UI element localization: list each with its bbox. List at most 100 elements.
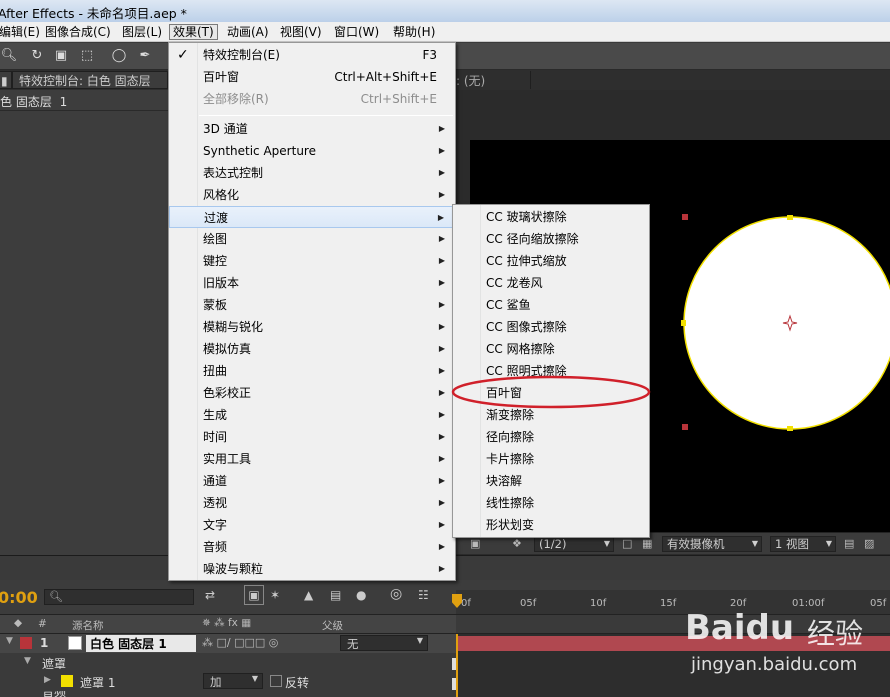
comp-mini-flowchart-icon[interactable]: ⇄	[205, 588, 215, 602]
submenu-item[interactable]: 块溶解	[453, 470, 649, 492]
menu-item-time[interactable]: 时间 ▶	[169, 426, 455, 448]
hide-shy-layers-icon[interactable]: ▲	[304, 588, 313, 602]
rotate-tool-icon[interactable]: ↻	[28, 47, 46, 65]
motion-blur-icon[interactable]: ●	[356, 588, 366, 602]
submenu-item[interactable]: 卡片擦除	[453, 448, 649, 470]
camera-tool-icon[interactable]: ▣	[52, 47, 70, 65]
mask-name[interactable]: 遮罩 1	[80, 674, 115, 691]
snapshot-icon[interactable]: ▣	[470, 537, 480, 550]
view-layout-select[interactable]: 1 视图 ▼	[770, 536, 836, 552]
menu-item-color-correction[interactable]: 色彩校正 ▶	[169, 382, 455, 404]
pan-behind-tool-icon[interactable]: ⬚	[78, 47, 96, 65]
region-of-interest-icon[interactable]: □	[622, 537, 632, 550]
menu-view[interactable]: 视图(V)	[277, 24, 325, 40]
menu-item-perspective[interactable]: 透视 ▶	[169, 492, 455, 514]
mask-vertex-left[interactable]	[681, 320, 686, 326]
comp-tab-label[interactable]: : (无)	[456, 72, 485, 89]
zoom-tool-icon[interactable]: 🔍︎	[0, 47, 18, 65]
menu-item-keying[interactable]: 键控 ▶	[169, 250, 455, 272]
mask-color-swatch[interactable]	[61, 675, 73, 687]
collapse-triangle-icon[interactable]: ▶	[44, 675, 51, 685]
layer-name[interactable]: 白色 固态层 1	[86, 635, 196, 652]
menu-composition[interactable]: 图像合成(C)	[42, 24, 114, 40]
menu-edit[interactable]: 编辑(E)	[0, 24, 43, 40]
mask-mode-select[interactable]: 加 ▼	[203, 673, 263, 689]
layer-row[interactable]: ▼ 1 白色 固态层 1 ⁂ □∕ □□□ ◎ 无 ▼	[0, 634, 456, 653]
col-source-name[interactable]: 源名称	[72, 618, 104, 633]
submenu-item[interactable]: 形状划变	[453, 514, 649, 536]
graph-editor-icon[interactable]: ◎	[390, 586, 402, 602]
menu-effect[interactable]: 效果(T)	[169, 24, 218, 40]
ellipse-tool-icon[interactable]: ◯	[110, 47, 128, 65]
menu-item-stylize[interactable]: 风格化 ▶	[169, 184, 455, 206]
menu-item-obsolete[interactable]: 旧版本 ▶	[169, 272, 455, 294]
current-timecode[interactable]: 0:00	[0, 588, 38, 607]
submenu-arrow-icon: ▶	[438, 124, 445, 133]
submenu-item[interactable]: 径向擦除	[453, 426, 649, 448]
brainstorm-icon[interactable]: ☷	[418, 588, 429, 602]
camera-select[interactable]: 有效摄像机 ▼	[662, 536, 762, 552]
menu-window[interactable]: 窗口(W)	[331, 24, 382, 40]
pixel-aspect-icon[interactable]: ▤	[844, 537, 854, 550]
menu-item-matte[interactable]: 蒙板 ▶	[169, 294, 455, 316]
layer-search-input[interactable]: 🔍︎	[44, 589, 194, 605]
fast-preview-icon[interactable]: ▨	[864, 537, 874, 550]
menu-item-generate[interactable]: 生成 ▶	[169, 404, 455, 426]
tab-effect-controls[interactable]: 特效控制台: 白色 固态层 1	[12, 71, 168, 106]
submenu-item[interactable]: CC 图像式擦除	[453, 316, 649, 338]
submenu-item[interactable]: 线性擦除	[453, 492, 649, 514]
layer-handle-bl[interactable]	[682, 424, 688, 430]
transparency-grid-icon[interactable]: ▦	[642, 537, 652, 550]
menu-item-transition[interactable]: 过渡 ▶	[169, 206, 455, 228]
mask-vertex-bottom[interactable]	[787, 426, 793, 431]
menu-item-distort[interactable]: 扭曲 ▶	[169, 360, 455, 382]
parent-select[interactable]: 无 ▼	[340, 635, 428, 651]
red-annotation-ellipse	[451, 375, 651, 409]
invert-checkbox[interactable]	[270, 675, 282, 687]
submenu-item[interactable]: CC 拉伸式缩放	[453, 250, 649, 272]
keyframe-marker[interactable]	[452, 658, 456, 670]
submenu-item[interactable]: CC 径向缩放擦除	[453, 228, 649, 250]
menu-item-last-effect[interactable]: 百叶窗 Ctrl+Alt+Shift+E	[169, 66, 455, 88]
color-channels-icon[interactable]: ❖	[512, 537, 522, 550]
menu-item-text[interactable]: 文字 ▶	[169, 514, 455, 536]
submenu-arrow-icon: ▶	[438, 520, 445, 529]
menu-item-channel[interactable]: 通道 ▶	[169, 470, 455, 492]
live-update-icon[interactable]: ▣	[244, 585, 264, 605]
col-parent[interactable]: 父级	[322, 618, 343, 633]
menu-item-3d-channel[interactable]: 3D 通道 ▶	[169, 118, 455, 140]
submenu-item[interactable]: CC 网格擦除	[453, 338, 649, 360]
keyframe-marker[interactable]	[452, 678, 456, 690]
resolution-select[interactable]: (1/2) ▼	[534, 536, 614, 552]
menu-item-simulation[interactable]: 模拟仿真 ▶	[169, 338, 455, 360]
mask-group-row[interactable]: ▼ 遮罩	[0, 653, 456, 672]
expand-triangle-icon[interactable]: ▼	[24, 656, 31, 666]
expand-triangle-icon[interactable]: ▼	[6, 636, 13, 646]
menu-item-noise-grain[interactable]: 噪波与颗粒 ▶	[169, 558, 455, 580]
layer-label-color[interactable]	[20, 637, 32, 649]
submenu-item[interactable]: CC 龙卷风	[453, 272, 649, 294]
menu-item-expression-controls[interactable]: 表达式控制 ▶	[169, 162, 455, 184]
pen-tool-icon[interactable]: ✒	[136, 47, 154, 65]
mask-vertex-top[interactable]	[787, 215, 793, 220]
layer-handle-tl[interactable]	[682, 214, 688, 220]
menu-help[interactable]: 帮助(H)	[390, 24, 438, 40]
menu-animation[interactable]: 动画(A)	[224, 24, 272, 40]
menu-item-effect-controls[interactable]: ✓ 特效控制台(E) F3	[169, 44, 455, 66]
layer-switches[interactable]: ⁂ □∕ □□□ ◎	[202, 636, 278, 649]
submenu-item[interactable]: CC 玻璃状擦除	[453, 206, 649, 228]
transition-submenu: CC 玻璃状擦除 CC 径向缩放擦除 CC 拉伸式缩放 CC 龙卷风 CC 鲨鱼…	[452, 204, 650, 538]
panel-menu-icon[interactable]: ▮	[0, 71, 12, 89]
white-solid-circle[interactable]	[683, 216, 890, 430]
submenu-arrow-icon: ▶	[438, 388, 445, 397]
draft-3d-icon[interactable]: ✶	[270, 588, 280, 602]
frame-blending-icon[interactable]: ▤	[330, 588, 341, 602]
menu-item-paint[interactable]: 绘图 ▶	[169, 228, 455, 250]
menu-item-blur-sharpen[interactable]: 模糊与锐化 ▶	[169, 316, 455, 338]
menu-item-utility[interactable]: 实用工具 ▶	[169, 448, 455, 470]
menu-layer[interactable]: 图层(L)	[119, 24, 165, 40]
submenu-item[interactable]: CC 鲨鱼	[453, 294, 649, 316]
menu-item-audio[interactable]: 音频 ▶	[169, 536, 455, 558]
menu-item-synthetic-aperture[interactable]: Synthetic Aperture ▶	[169, 140, 455, 162]
mask-row[interactable]: ▶ 遮罩 1 加 ▼ 反转	[0, 672, 456, 691]
